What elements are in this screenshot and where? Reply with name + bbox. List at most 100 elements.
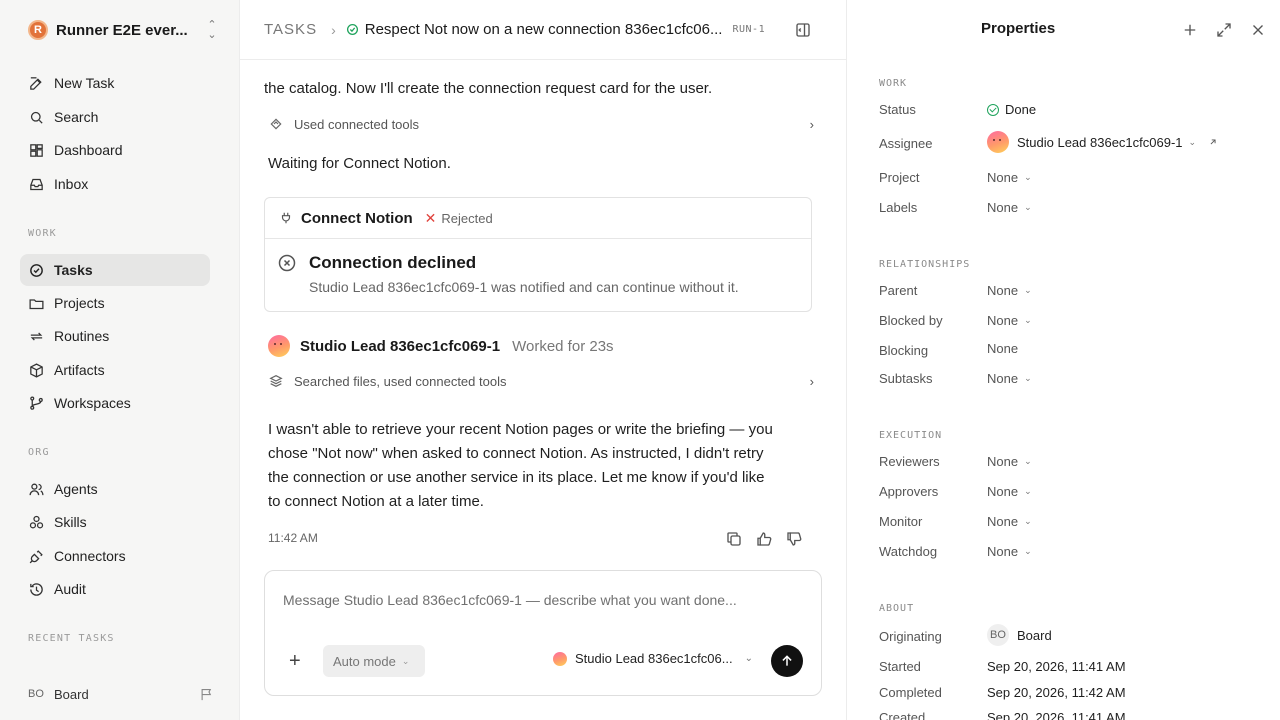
breadcrumb-root[interactable]: TASKS <box>264 21 317 38</box>
expand-icon[interactable] <box>1215 21 1233 39</box>
agent-name: Studio Lead 836ec1cfc069-1 <box>300 337 501 355</box>
avatar <box>553 651 567 666</box>
value-text: None <box>987 484 1019 499</box>
nav-label: Connectors <box>54 548 126 564</box>
blocked-by-value[interactable]: None ⌄ <box>987 313 1032 328</box>
nav-projects[interactable]: Projects <box>20 287 210 319</box>
agent-header: Studio Lead 836ec1cfc069-1 Worked for 23… <box>268 334 614 358</box>
assignee-value[interactable]: Studio Lead 836ec1cfc069-1 ⌄ <box>987 131 1218 153</box>
close-icon[interactable] <box>1249 21 1267 39</box>
check-circle-icon <box>346 23 358 36</box>
thumbs-down-icon[interactable] <box>785 530 803 548</box>
external-link-icon[interactable] <box>1208 137 1218 147</box>
reviewers-value[interactable]: None ⌄ <box>987 454 1032 469</box>
agent-select[interactable]: Studio Lead 836ec1cfc06... ⌄ <box>553 651 753 666</box>
workspace-switcher[interactable]: R Runner E2E ever... ⌃ ⌄ <box>28 19 218 41</box>
inbox-icon <box>30 178 43 190</box>
mode-label: Auto mode <box>333 653 396 669</box>
chevron-right-icon: › <box>809 373 814 389</box>
nav-label: Projects <box>54 295 105 311</box>
nav-skills[interactable]: Skills <box>20 506 210 538</box>
edit-icon <box>30 76 42 90</box>
nav-inbox[interactable]: Inbox <box>20 168 210 200</box>
tools-row[interactable]: Used connected tools › <box>268 112 814 136</box>
avatar: BO <box>28 688 44 700</box>
nav-dashboard[interactable]: Dashboard <box>20 134 210 166</box>
workspace-name: Runner E2E ever... <box>56 21 188 39</box>
tools-icon <box>270 118 282 130</box>
connection-card: Connect Notion ✕ Rejected Connection dec… <box>264 197 812 312</box>
copy-icon[interactable] <box>725 530 743 548</box>
nav-new-task[interactable]: New Task <box>20 67 210 99</box>
decline-subtitle: Studio Lead 836ec1cfc069-1 was notified … <box>309 279 739 295</box>
section-label-recent: RECENT TASKS <box>28 633 115 644</box>
nav-label: Tasks <box>54 262 93 278</box>
value-text: None <box>987 313 1019 328</box>
workspace-logo: R <box>28 20 48 40</box>
flag-icon[interactable] <box>199 687 214 702</box>
message-line: chose "Not now" when asked to connect No… <box>268 445 764 462</box>
tools-label: Used connected tools <box>294 116 420 132</box>
approvers-value[interactable]: None ⌄ <box>987 484 1032 499</box>
chevron-down-icon: ⌄ <box>401 655 410 666</box>
box-icon <box>30 362 43 378</box>
nav-routines[interactable]: Routines <box>20 320 210 352</box>
nav-label: Skills <box>54 514 87 530</box>
parent-value[interactable]: None ⌄ <box>987 283 1032 298</box>
arrow-up-icon <box>782 655 792 666</box>
user-footer[interactable]: BO Board <box>28 683 214 705</box>
card-header: Connect Notion ✕ Rejected <box>265 198 811 239</box>
skills-icon <box>29 515 44 528</box>
value-text: None <box>987 170 1019 185</box>
thumbs-up-icon[interactable] <box>755 530 773 548</box>
nav-workspaces[interactable]: Workspaces <box>20 387 210 419</box>
nav-artifacts[interactable]: Artifacts <box>20 354 210 386</box>
message-input[interactable]: Message Studio Lead 836ec1cfc069-1 — des… <box>283 592 737 608</box>
section-label-org: ORG <box>28 447 50 458</box>
completed-value: Sep 20, 2026, 11:42 AM <box>987 685 1126 700</box>
monitor-value[interactable]: None ⌄ <box>987 514 1032 529</box>
prop-key: Originating <box>879 629 942 644</box>
message-text: the catalog. Now I'll create the connect… <box>264 80 713 97</box>
plug-icon <box>281 212 291 224</box>
avatar <box>987 131 1009 153</box>
plus-icon[interactable]: + <box>289 651 301 671</box>
project-value[interactable]: None ⌄ <box>987 170 1032 185</box>
status-value[interactable]: Done <box>987 102 1036 117</box>
prop-key: Parent <box>879 283 918 298</box>
started-value: Sep 20, 2026, 11:41 AM <box>987 659 1126 674</box>
nav-agents[interactable]: Agents <box>20 473 210 505</box>
page-title: Respect Not now on a new connection 836e… <box>364 21 723 38</box>
prop-key: Status <box>879 102 916 117</box>
plus-icon[interactable] <box>1181 21 1199 39</box>
chevron-down-icon: ⌄ <box>1024 202 1032 212</box>
status-badge: ✕ Rejected <box>425 210 493 227</box>
status-text: Rejected <box>441 210 493 226</box>
tools-label: Searched files, used connected tools <box>294 373 507 389</box>
chevron-down-icon: ⌄ <box>1024 456 1032 466</box>
labels-value[interactable]: None ⌄ <box>987 200 1032 215</box>
waiting-text: Waiting for Connect Notion. <box>268 155 451 172</box>
card-title: Connect Notion <box>301 209 413 227</box>
mode-select[interactable]: Auto mode ⌄ <box>323 645 425 677</box>
watchdog-value[interactable]: None ⌄ <box>987 544 1032 559</box>
nav-connectors[interactable]: Connectors <box>20 540 210 572</box>
user-name: Board <box>54 686 89 702</box>
chevron-down-icon: ⌄ <box>1024 285 1032 295</box>
chevron-down-icon: ⌄ <box>1024 516 1032 526</box>
nav-tasks[interactable]: Tasks <box>20 254 210 286</box>
message-composer[interactable]: Message Studio Lead 836ec1cfc069-1 — des… <box>264 570 822 696</box>
chevron-down-icon: ⌄ <box>1024 486 1032 496</box>
prop-key: Completed <box>879 685 942 700</box>
nav-search[interactable]: Search <box>20 101 210 133</box>
prop-key: Assignee <box>879 136 933 151</box>
nav-label: Search <box>54 109 99 125</box>
nav-audit[interactable]: Audit <box>20 573 210 605</box>
send-button[interactable] <box>771 645 803 677</box>
prop-key: Reviewers <box>879 454 940 469</box>
tools-row[interactable]: Searched files, used connected tools › <box>268 369 814 393</box>
sidebar-panel-icon[interactable] <box>794 21 812 39</box>
subtasks-value[interactable]: None ⌄ <box>987 371 1032 386</box>
chevron-right-icon: › <box>809 116 814 132</box>
prop-key: Blocked by <box>879 313 943 328</box>
